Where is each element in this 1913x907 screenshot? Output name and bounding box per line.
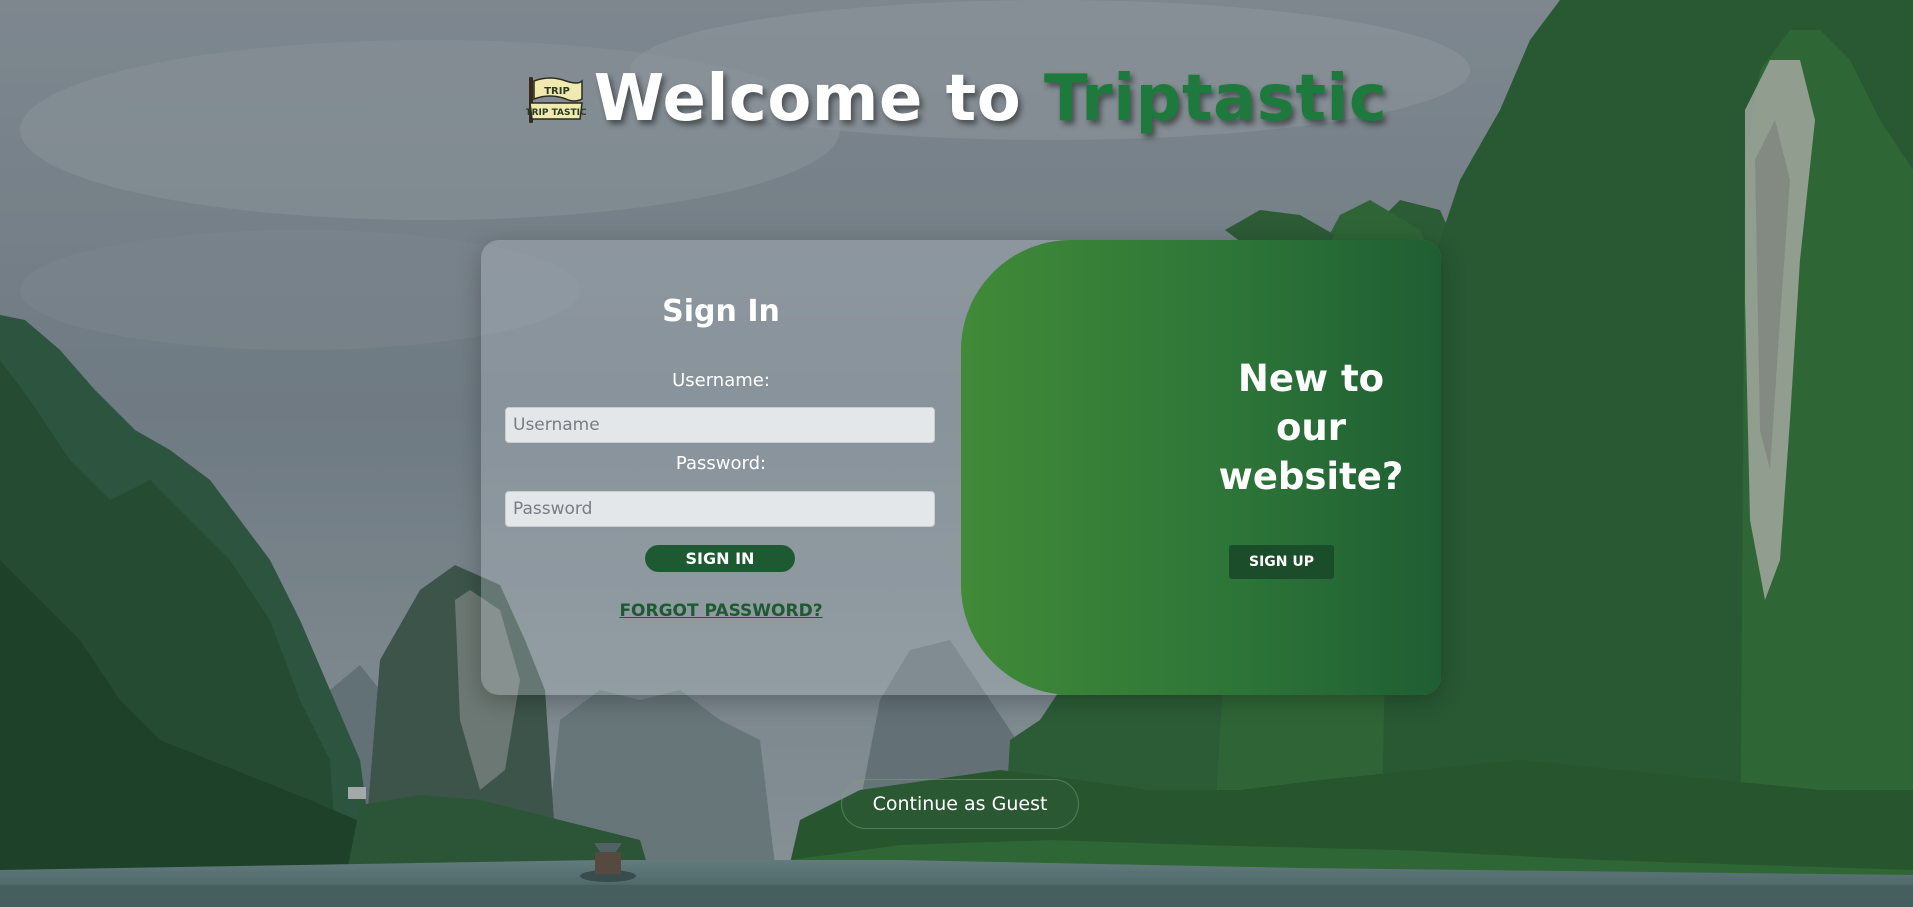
logo-text-bottom: TRIP TASTIC bbox=[526, 108, 586, 118]
password-input[interactable] bbox=[505, 491, 935, 527]
page-header: TRIP TRIP TASTIC Welcome to Triptastic bbox=[0, 62, 1913, 136]
page-title-brand: Triptastic bbox=[1044, 62, 1388, 136]
auth-card: Sign In Username: Password: SIGN IN FORG… bbox=[481, 240, 1441, 695]
signin-title: Sign In bbox=[662, 294, 780, 329]
sign-in-button[interactable]: SIGN IN bbox=[645, 545, 795, 572]
sign-up-button[interactable]: SIGN UP bbox=[1229, 545, 1334, 579]
page-title: Welcome to Triptastic bbox=[594, 62, 1388, 136]
username-label: Username: bbox=[672, 370, 770, 391]
signup-title: New to our website? bbox=[1218, 357, 1404, 498]
signin-panel: Sign In Username: Password: SIGN IN FORG… bbox=[481, 240, 961, 695]
signup-panel: New to our website? SIGN UP bbox=[961, 240, 1441, 695]
logo-text-top: TRIP bbox=[544, 86, 570, 97]
page-title-prefix: Welcome to bbox=[593, 62, 1022, 136]
password-label: Password: bbox=[675, 453, 767, 474]
username-input[interactable] bbox=[505, 407, 935, 443]
triptastic-logo-icon: TRIP TRIP TASTIC bbox=[526, 77, 586, 123]
login-page: TRIP TRIP TASTIC Welcome to Triptastic S… bbox=[0, 0, 1913, 907]
forgot-password-link[interactable]: FORGOT PASSWORD? bbox=[481, 601, 961, 621]
continue-as-guest-button[interactable]: Continue as Guest bbox=[841, 779, 1079, 829]
